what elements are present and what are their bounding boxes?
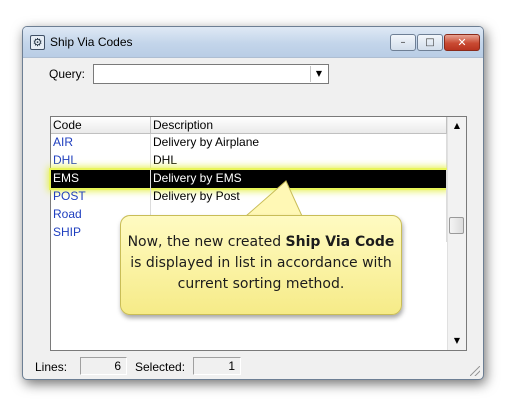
row-description: Delivery by EMS [151, 170, 447, 188]
table-row[interactable]: POST Delivery by Post [51, 188, 447, 206]
status-bar: Lines: 6 Selected: 1 [23, 355, 483, 379]
callout-text-before: Now, the new created [127, 234, 286, 250]
callout-text-after: is displayed in list in accordance with … [130, 255, 392, 292]
list-header: Code Description [51, 117, 447, 134]
table-row[interactable]: DHL DHL [51, 152, 447, 170]
lines-count: 6 [80, 357, 127, 375]
resize-grip-icon[interactable] [470, 366, 480, 376]
arrow-down-icon[interactable]: ▼ [448, 333, 466, 349]
table-row[interactable]: AIR Delivery by Airplane [51, 134, 447, 152]
column-header-description[interactable]: Description [151, 117, 447, 133]
table-row-selected[interactable]: EMS Delivery by EMS [51, 170, 447, 188]
ship-via-codes-window: ⚙ Ship Via Codes – □ ✕ Query: ▼ Code Des… [22, 26, 484, 380]
selected-count: 1 [193, 357, 241, 375]
close-button[interactable]: ✕ [444, 34, 480, 51]
row-code: EMS [51, 170, 151, 188]
row-description: Delivery by Airplane [151, 134, 447, 152]
vertical-scrollbar[interactable]: ▲ ▼ [447, 117, 466, 350]
window-title: Ship Via Codes [50, 35, 133, 49]
arrow-up-icon[interactable]: ▲ [448, 118, 466, 134]
selected-label: Selected: [135, 360, 186, 374]
row-code: DHL [51, 152, 151, 170]
row-code: AIR [51, 134, 151, 152]
query-dropdown[interactable]: ▼ [93, 64, 329, 84]
chevron-down-icon[interactable]: ▼ [310, 66, 327, 82]
callout-text-bold: Ship Via Code [285, 234, 395, 250]
minimize-button[interactable]: – [390, 34, 416, 51]
scrollbar-thumb[interactable] [449, 217, 464, 234]
query-label: Query: [49, 67, 86, 81]
column-header-code[interactable]: Code [51, 117, 151, 133]
row-description: Delivery by Post [151, 188, 447, 206]
row-code: POST [51, 188, 151, 206]
app-icon[interactable]: ⚙ [30, 35, 45, 50]
callout-text: Now, the new created Ship Via Code is di… [125, 232, 397, 295]
maximize-button[interactable]: □ [417, 34, 443, 51]
annotation-callout: Now, the new created Ship Via Code is di… [120, 215, 402, 315]
title-bar[interactable]: ⚙ Ship Via Codes – □ ✕ [23, 27, 483, 58]
row-description: DHL [151, 152, 447, 170]
lines-label: Lines: [35, 360, 68, 374]
